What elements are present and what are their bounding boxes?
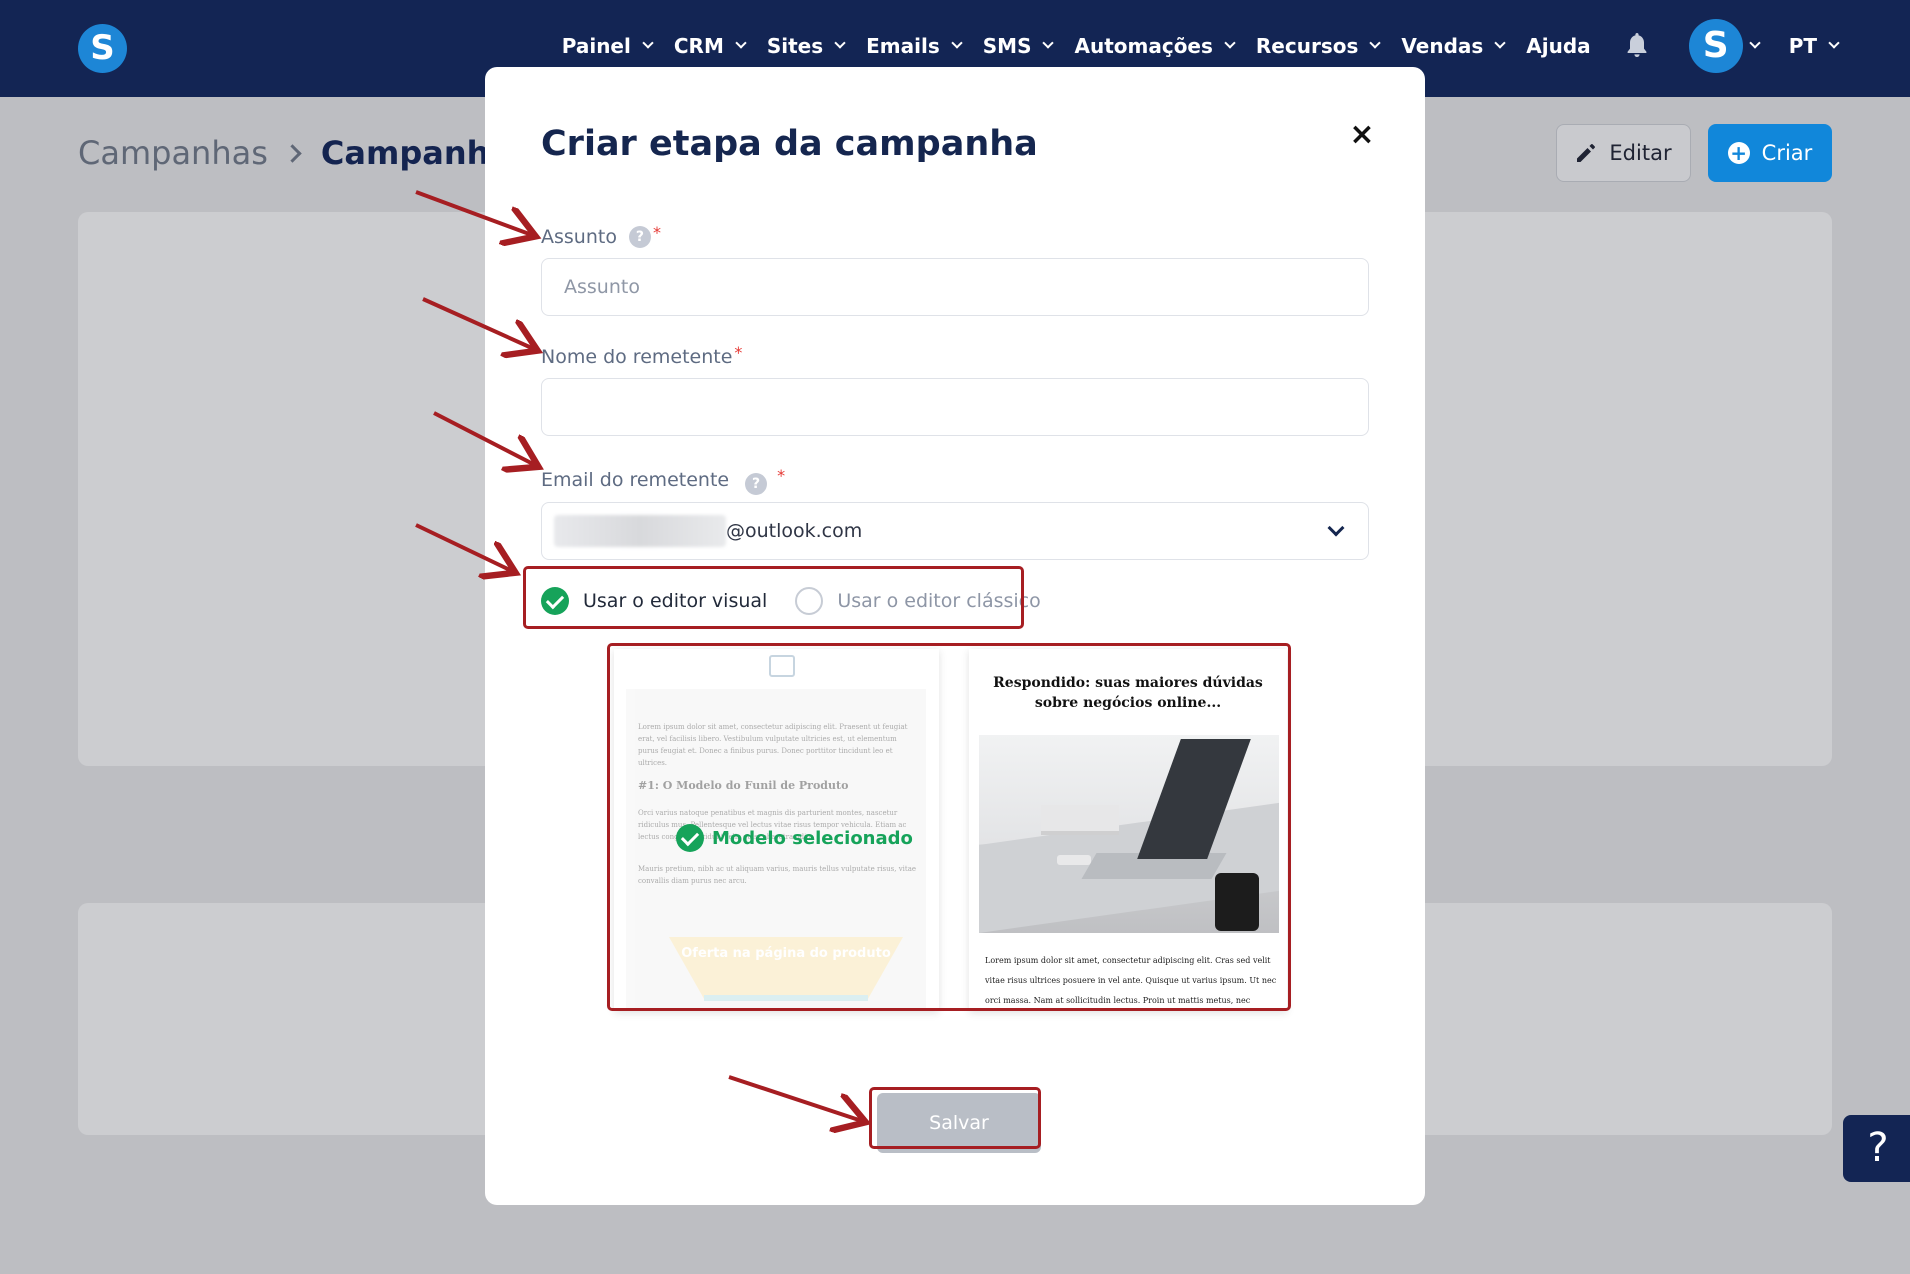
chevron-down-icon xyxy=(1369,37,1382,49)
edit-button-label: Editar xyxy=(1609,141,1672,165)
language-selector[interactable]: PT xyxy=(1788,34,1840,58)
avatar[interactable]: S xyxy=(1688,19,1743,73)
breadcrumb-parent[interactable]: Campanhas xyxy=(78,134,268,172)
annotation-box-editor xyxy=(523,566,1024,629)
sender-email-label-text: Email do remetente xyxy=(541,469,730,491)
nav-painel-label: Painel xyxy=(561,34,631,58)
required-marker: * xyxy=(652,222,661,242)
sender-email-label: Email do remetente ? * xyxy=(541,465,785,495)
edit-button[interactable]: Editar xyxy=(1556,124,1691,182)
nav-sites[interactable]: Sites xyxy=(766,34,846,58)
help-button[interactable]: ? xyxy=(1843,1115,1910,1182)
chevron-down-icon xyxy=(1828,37,1840,49)
language-label: PT xyxy=(1788,34,1817,58)
sender-email-domain: @outlook.com xyxy=(726,520,863,542)
nav-painel[interactable]: Painel xyxy=(561,34,654,58)
annotation-box-save xyxy=(869,1087,1041,1149)
chevron-down-icon xyxy=(735,37,747,49)
sender-name-input[interactable] xyxy=(541,378,1369,436)
nav-emails[interactable]: Emails xyxy=(866,34,963,58)
chevron-down-icon xyxy=(1494,37,1506,49)
subject-label-text: Assunto xyxy=(541,226,617,248)
help-icon[interactable]: ? xyxy=(628,226,651,248)
chevron-down-icon[interactable] xyxy=(1749,37,1761,49)
close-icon[interactable]: × xyxy=(1347,120,1377,150)
modal-title: Criar etapa da campanha xyxy=(541,124,1038,164)
nav-ajuda[interactable]: Ajuda xyxy=(1526,34,1590,58)
redacted-email-user xyxy=(554,515,726,547)
nav-vendas-label: Vendas xyxy=(1401,34,1484,58)
logo[interactable]: S xyxy=(78,24,127,73)
create-step-modal: Criar etapa da campanha × Assunto ? * As… xyxy=(485,67,1425,1205)
chevron-down-icon xyxy=(951,37,963,49)
check-circle-icon xyxy=(676,824,704,852)
help-icon[interactable]: ? xyxy=(745,473,768,495)
sender-email-select[interactable]: @outlook.com xyxy=(541,502,1369,560)
chevron-right-icon xyxy=(283,143,302,163)
chevron-down-icon xyxy=(1224,37,1236,49)
sender-name-label: Nome do remetente * xyxy=(541,342,743,369)
sender-name-label-text: Nome do remetente xyxy=(541,346,733,368)
breadcrumb: Campanhas Campanha c xyxy=(78,134,541,172)
bell-icon[interactable] xyxy=(1625,31,1649,61)
chevron-down-icon xyxy=(1042,37,1055,49)
nav-crm-label: CRM xyxy=(673,34,724,58)
nav-ajuda-label: Ajuda xyxy=(1526,34,1591,58)
subject-placeholder: Assunto xyxy=(564,276,640,298)
nav-automacoes-label: Automações xyxy=(1074,34,1213,58)
nav-automacoes[interactable]: Automações xyxy=(1074,34,1236,58)
nav-vendas[interactable]: Vendas xyxy=(1401,34,1506,58)
subject-label: Assunto ? * xyxy=(541,222,661,248)
selected-badge: Modelo selecionado xyxy=(676,824,913,852)
nav-recursos-label: Recursos xyxy=(1255,34,1359,58)
create-button[interactable]: + Criar xyxy=(1708,124,1832,182)
nav-recursos[interactable]: Recursos xyxy=(1255,34,1382,58)
nav-sites-label: Sites xyxy=(766,34,824,58)
chevron-down-icon xyxy=(834,37,846,49)
pencil-icon xyxy=(1577,144,1596,162)
chevron-down-icon xyxy=(1327,519,1345,537)
required-marker: * xyxy=(734,342,743,362)
chevron-down-icon xyxy=(642,37,654,49)
nav-emails-label: Emails xyxy=(866,34,940,58)
create-button-label: Criar xyxy=(1761,141,1813,165)
required-marker: * xyxy=(777,465,786,485)
nav-sms[interactable]: SMS xyxy=(982,34,1055,58)
subject-input[interactable]: Assunto xyxy=(541,258,1369,316)
nav-crm[interactable]: CRM xyxy=(673,34,747,58)
nav-sms-label: SMS xyxy=(982,34,1032,58)
plus-icon: + xyxy=(1727,142,1750,164)
selected-badge-text: Modelo selecionado xyxy=(712,827,913,849)
